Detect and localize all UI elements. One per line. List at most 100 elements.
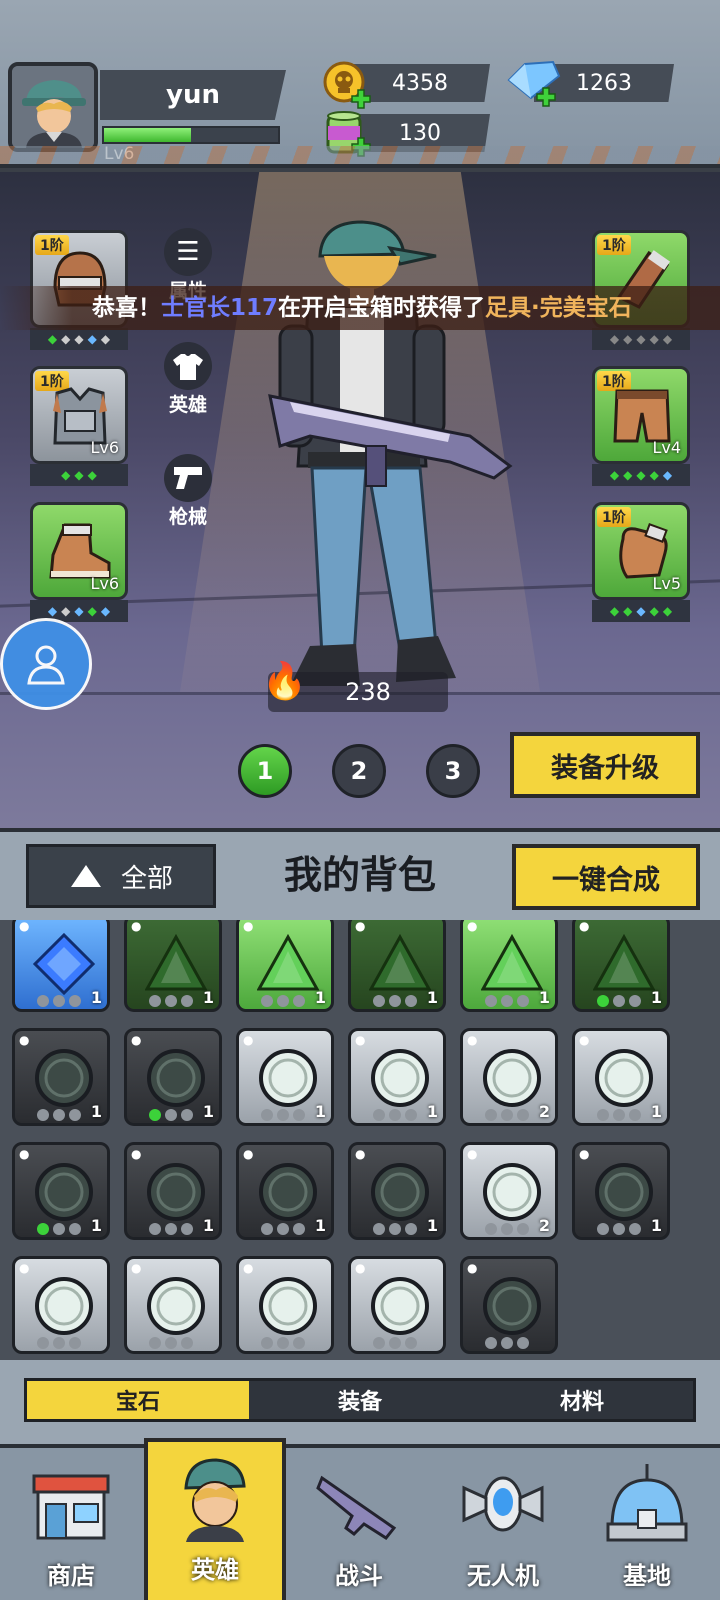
nav-base[interactable]: 基地: [576, 1448, 718, 1600]
bag-item[interactable]: ● 1: [236, 1028, 334, 1126]
nav-shop[interactable]: 商店: [0, 1448, 142, 1600]
bag-item[interactable]: ● 1: [572, 920, 670, 1012]
player-level: Lv6: [104, 144, 135, 164]
equip-slot-armor[interactable]: 1阶 Lv6: [30, 366, 128, 464]
notice-player-name: 士官长117: [161, 295, 279, 321]
nav-battle[interactable]: 战斗: [288, 1448, 430, 1600]
bag-item[interactable]: ● 1: [12, 1028, 110, 1126]
item-slot-type-icon: ●: [131, 1147, 142, 1161]
drone-icon: [462, 1476, 544, 1532]
item-count: 1: [650, 1216, 662, 1235]
bag-item[interactable]: ● 1: [572, 1142, 670, 1240]
item-sockets: [373, 1337, 417, 1349]
diamond-add-icon[interactable]: [505, 58, 565, 107]
item-count: 1: [314, 1102, 326, 1121]
player-avatar[interactable]: [8, 62, 98, 152]
item-sockets: [597, 995, 641, 1007]
socket-dot: [69, 1223, 81, 1235]
nav-label: 基地: [623, 1562, 671, 1590]
bag-item[interactable]: ●: [124, 1256, 222, 1354]
round-gem-icon: [595, 1163, 653, 1221]
auto-merge-button[interactable]: 一键合成: [512, 844, 700, 910]
item-slot-type-icon: ●: [243, 1261, 254, 1275]
green-gem-icon: [145, 933, 207, 991]
socket-dot: [149, 1223, 161, 1235]
bag-item[interactable]: ● 1: [236, 920, 334, 1012]
socket-dot: [181, 995, 193, 1007]
item-sockets: [597, 1109, 641, 1121]
bag-item[interactable]: ● 1: [236, 1142, 334, 1240]
pistol-icon: [164, 454, 212, 502]
slot-level: Lv6: [90, 438, 119, 457]
item-count: 1: [426, 988, 438, 1007]
tab-equipment[interactable]: 装备: [249, 1381, 471, 1419]
bag-item[interactable]: ● 2: [460, 1028, 558, 1126]
bag-item[interactable]: ●: [348, 1256, 446, 1354]
filter-all-button[interactable]: 全部: [26, 844, 216, 908]
round-gem-icon: [259, 1163, 317, 1221]
round-gem-icon: [483, 1163, 541, 1221]
slot-level: Lv6: [90, 574, 119, 593]
weapons-button[interactable]: 枪械: [160, 454, 216, 529]
hero-portrait-icon: [184, 1458, 246, 1542]
nav-label: 无人机: [467, 1562, 539, 1590]
tab-gems[interactable]: 宝石: [27, 1381, 249, 1419]
socket-dot: [613, 1223, 625, 1235]
item-sockets: [373, 1109, 417, 1121]
bag-item[interactable]: ● 1: [460, 920, 558, 1012]
floating-user-button[interactable]: [0, 618, 92, 710]
loadout-page-1[interactable]: 1: [238, 744, 292, 798]
shop-icon: [32, 1474, 110, 1540]
bag-item[interactable]: ● 1: [348, 1028, 446, 1126]
bag-item[interactable]: ● 1: [12, 1142, 110, 1240]
slot-level: Lv5: [652, 574, 681, 593]
item-sockets: [373, 1223, 417, 1235]
bag-item[interactable]: ● 1: [124, 920, 222, 1012]
bag-item[interactable]: ●: [460, 1256, 558, 1354]
item-sockets: [373, 995, 417, 1007]
nav-drone[interactable]: 无人机: [432, 1448, 574, 1600]
item-count: 1: [314, 1216, 326, 1235]
hero-button[interactable]: 英雄: [160, 342, 216, 417]
bag-item[interactable]: ● 1: [12, 920, 110, 1012]
item-slot-type-icon: ●: [19, 920, 30, 933]
loadout-page-3[interactable]: 3: [426, 744, 480, 798]
item-count: 1: [90, 1102, 102, 1121]
bag-title: 我的背包: [283, 853, 436, 897]
socket-dot: [629, 995, 641, 1007]
equip-slot-gloves[interactable]: 1阶 Lv5: [592, 502, 690, 600]
item-slot-type-icon: ●: [355, 1261, 366, 1275]
socket-dot: [37, 1337, 49, 1349]
equipment-upgrade-button[interactable]: 装备升级: [510, 732, 700, 798]
gold-coin-add-icon[interactable]: [322, 60, 371, 109]
round-gem-icon: [35, 1163, 93, 1221]
bag-item[interactable]: ●: [12, 1256, 110, 1354]
item-sockets: [37, 1337, 81, 1349]
notice-prefix: 恭喜！: [92, 295, 161, 321]
bag-item[interactable]: ● 2: [460, 1142, 558, 1240]
socket-dot: [517, 1223, 529, 1235]
bag-item[interactable]: ● 1: [124, 1028, 222, 1126]
tab-materials[interactable]: 材料: [471, 1381, 693, 1419]
rifle-icon: [316, 1475, 397, 1540]
item-sockets: [261, 1109, 305, 1121]
round-gem-icon: [259, 1277, 317, 1335]
item-count: 1: [90, 988, 102, 1007]
bag-item[interactable]: ● 1: [348, 1142, 446, 1240]
item-count: 1: [314, 988, 326, 1007]
equip-slot-pants[interactable]: 1阶 Lv4: [592, 366, 690, 464]
socket-dot: [69, 995, 81, 1007]
bag-item[interactable]: ●: [236, 1256, 334, 1354]
bag-item[interactable]: ● 1: [124, 1142, 222, 1240]
socket-dot: [277, 995, 289, 1007]
energy-can-add-icon[interactable]: [322, 108, 371, 157]
socket-dot: [373, 1109, 385, 1121]
bag-item[interactable]: ● 1: [572, 1028, 670, 1126]
nav-hero[interactable]: 英雄: [144, 1438, 286, 1600]
item-sockets: [597, 1223, 641, 1235]
equip-slot-boots[interactable]: Lv6: [30, 502, 128, 600]
bag-item[interactable]: ● 1: [348, 920, 446, 1012]
loadout-page-2[interactable]: 2: [332, 744, 386, 798]
socket-dot: [37, 1109, 49, 1121]
list-icon: ☰: [164, 228, 212, 276]
